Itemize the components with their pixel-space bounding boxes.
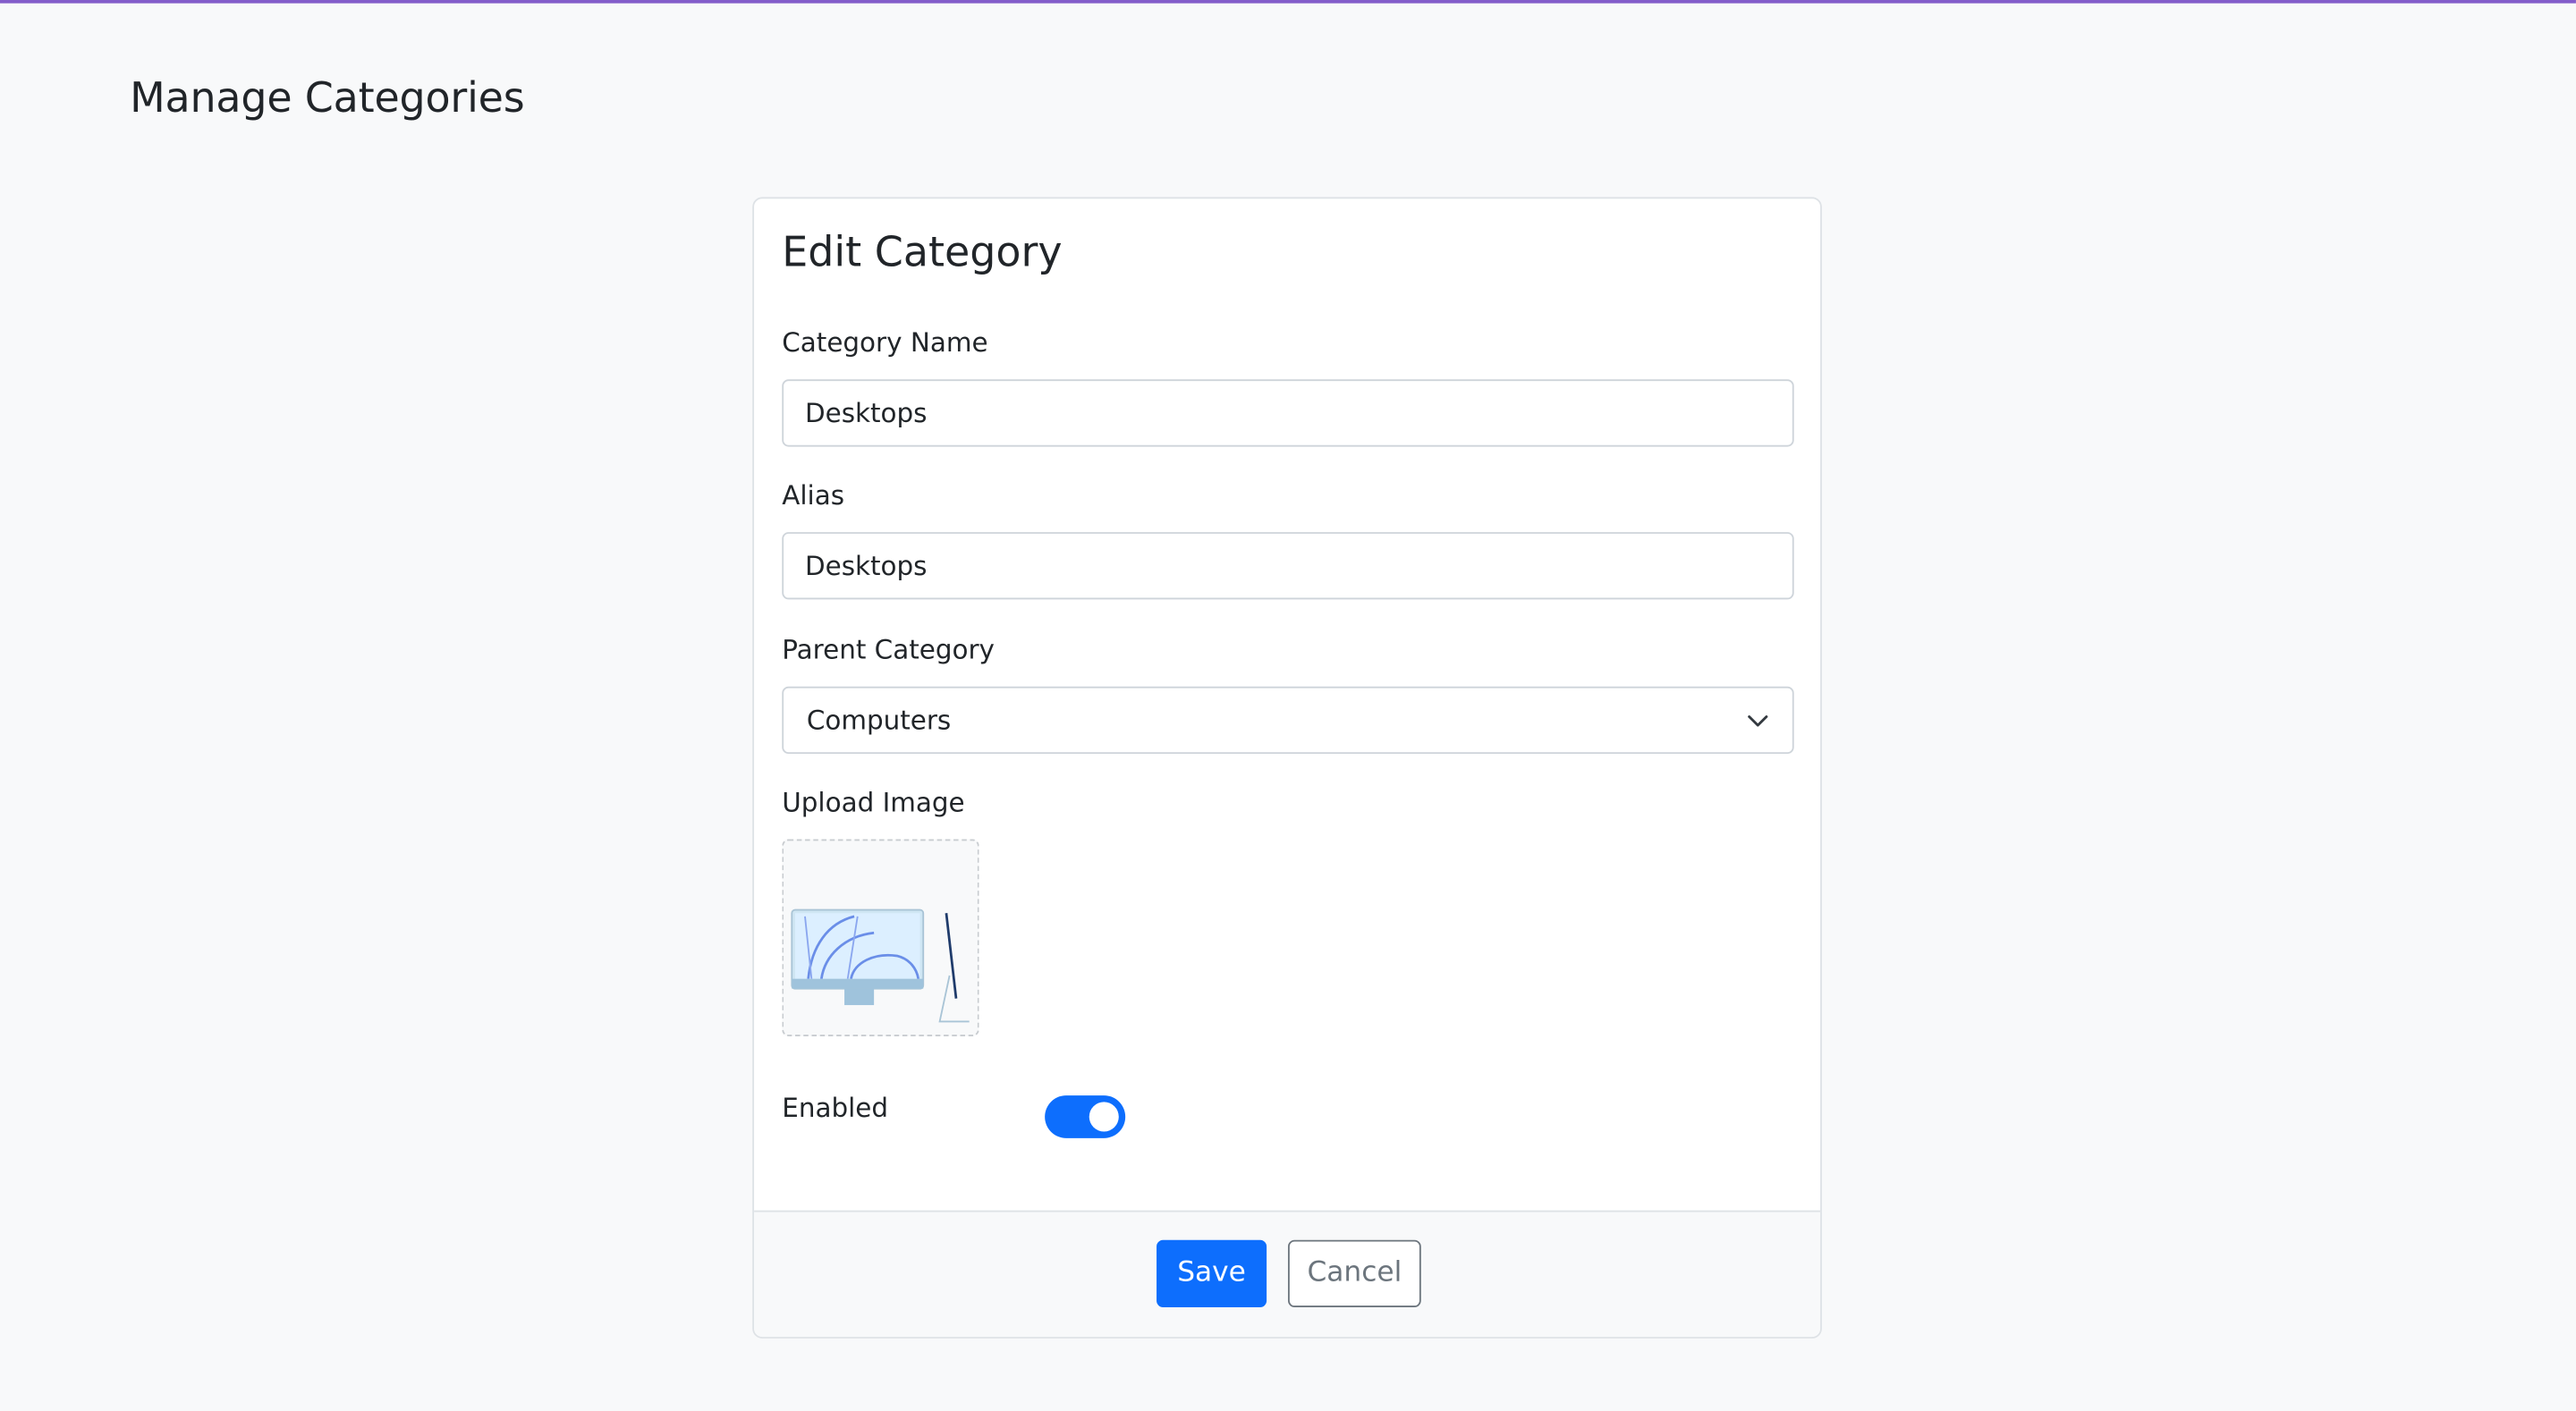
chevron-down-icon: [1748, 715, 1768, 727]
edit-category-card: Edit Category Category Name Alias Parent…: [752, 197, 1822, 1339]
save-button[interactable]: Save: [1157, 1239, 1267, 1308]
upload-image-dropzone[interactable]: [782, 839, 979, 1036]
alias-input[interactable]: [782, 532, 1794, 600]
alias-label: Alias: [782, 479, 845, 511]
page-title: Manage Categories: [130, 73, 525, 122]
desktop-computer-image: [791, 908, 970, 1023]
card-footer: Save Cancel: [754, 1210, 1821, 1338]
toggle-knob: [1089, 1102, 1119, 1132]
parent-category-label: Parent Category: [782, 633, 995, 665]
upload-image-label: Upload Image: [782, 786, 965, 818]
app-root: Manage Categories Edit Category Category…: [0, 0, 2576, 1411]
top-accent-bar: [0, 0, 2576, 4]
category-name-input[interactable]: [782, 379, 1794, 447]
parent-category-selected-value: Computers: [806, 704, 952, 736]
enabled-label: Enabled: [782, 1092, 889, 1124]
card-title: Edit Category: [782, 228, 1063, 276]
cancel-button[interactable]: Cancel: [1287, 1239, 1421, 1308]
parent-category-select[interactable]: Computers: [782, 686, 1794, 755]
category-name-label: Category Name: [782, 326, 988, 359]
enabled-toggle[interactable]: [1045, 1095, 1126, 1138]
